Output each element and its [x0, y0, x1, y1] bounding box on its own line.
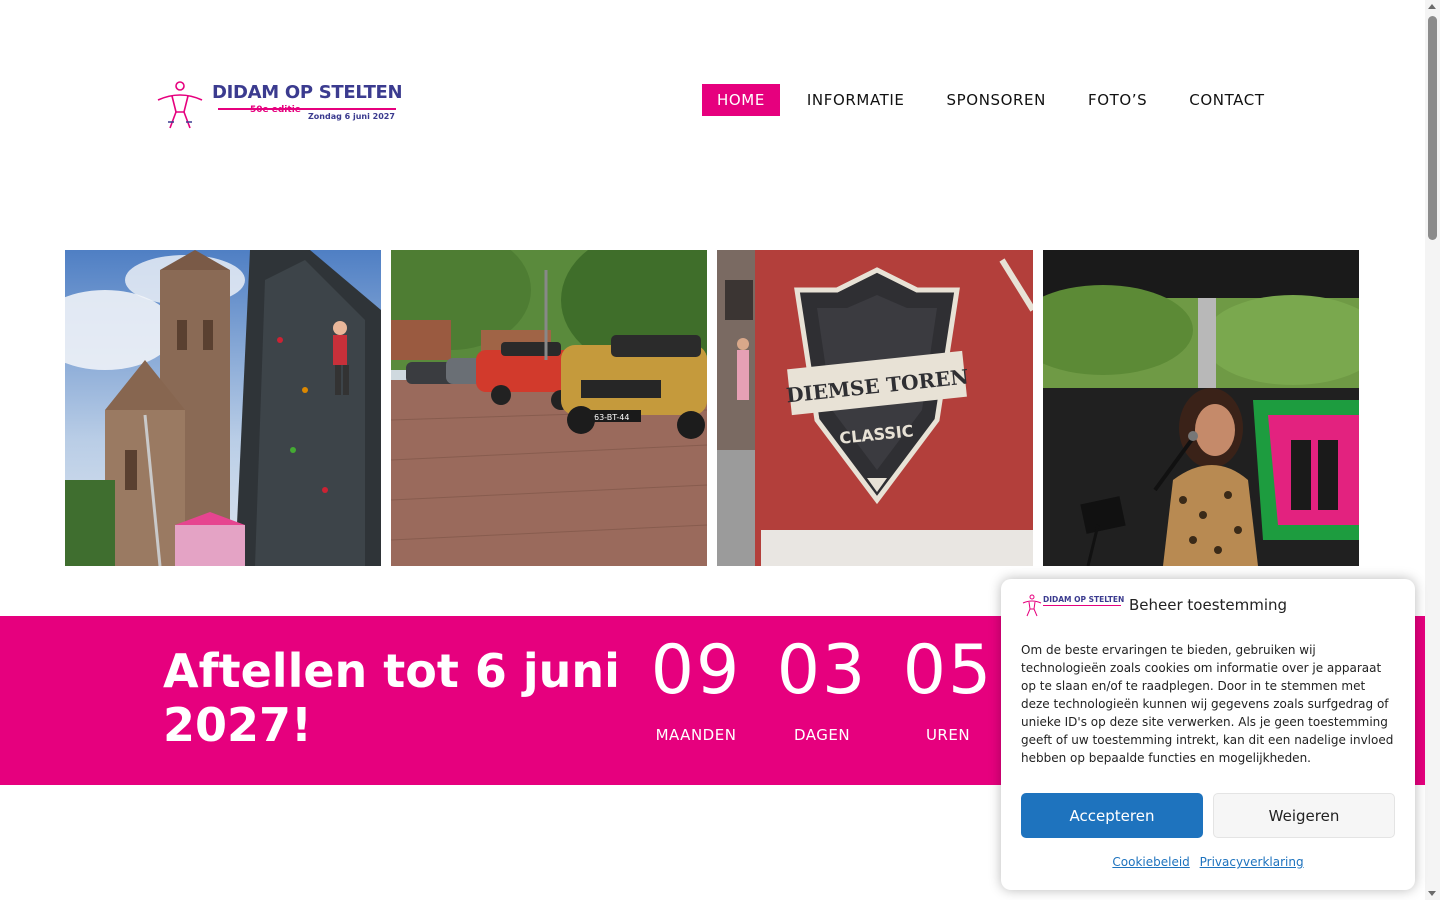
deny-cookies-button[interactable]: Weigeren: [1213, 793, 1395, 838]
countdown-title: Aftellen tot 6 juni 2027!: [163, 644, 620, 752]
nav-item-informatie[interactable]: INFORMATIE: [792, 84, 920, 116]
scroll-up-arrow-icon[interactable]: [1428, 4, 1436, 9]
nav-item-fotos[interactable]: FOTO’S: [1073, 84, 1162, 116]
nav-item-contact[interactable]: CONTACT: [1174, 84, 1279, 116]
diemse-toren-banner-photo[interactable]: DIEMSE TOREN CLASSIC: [717, 250, 1033, 566]
logo-title: DIDAM OP STELTEN: [212, 82, 403, 103]
cookie-title: Beheer toestemming: [1129, 596, 1288, 614]
page-scrollbar[interactable]: [1425, 0, 1440, 900]
scroll-down-arrow-icon[interactable]: [1428, 891, 1436, 896]
nav-item-home[interactable]: HOME: [702, 84, 780, 116]
main-nav: HOME INFORMATIE SPONSOREN FOTO’S CONTACT: [702, 84, 1292, 116]
countdown-hours: 05 UREN: [893, 631, 1003, 745]
cookie-header: DIDAM OP STELTEN Beheer toestemming: [1021, 593, 1287, 617]
cookie-policy-link[interactable]: Cookiebeleid: [1112, 855, 1189, 869]
stilt-walker-icon: [1022, 594, 1042, 617]
logo-underline: [218, 108, 396, 110]
logo-edition: 50e editie: [250, 105, 301, 115]
logo-date: Zondag 6 juni 2027: [308, 112, 395, 121]
climbing-wall-church-photo[interactable]: [65, 250, 381, 566]
countdown-days: 03 DAGEN: [767, 631, 877, 745]
cookie-consent-dialog: DIDAM OP STELTEN Beheer toestemming Om d…: [1001, 579, 1415, 890]
cookie-links: Cookiebeleid Privacyverklaring: [1001, 855, 1415, 869]
privacy-statement-link[interactable]: Privacyverklaring: [1200, 855, 1304, 869]
scrollbar-thumb[interactable]: [1428, 16, 1437, 240]
cookie-logo-underline: [1043, 605, 1121, 606]
countdown-months-value: 09: [650, 631, 742, 710]
countdown-hours-value: 05: [902, 631, 994, 710]
countdown-months-label: MAANDEN: [655, 726, 737, 744]
countdown-days-label: DAGEN: [793, 726, 851, 744]
car-plate-text: 63-BT-44: [594, 413, 630, 422]
photo-gallery: 63-BT-44 DIEMSE TOREN CLASSIC: [65, 250, 1359, 566]
accept-cookies-button[interactable]: Accepteren: [1021, 793, 1203, 838]
stilt-walker-icon: [157, 81, 203, 129]
classic-cars-photo[interactable]: 63-BT-44: [391, 250, 707, 566]
cookie-logo-text: DIDAM OP STELTEN: [1043, 595, 1125, 604]
countdown-hours-label: UREN: [925, 726, 971, 744]
countdown-days-value: 03: [776, 631, 868, 710]
nav-item-sponsoren[interactable]: SPONSOREN: [932, 84, 1061, 116]
site-logo[interactable]: DIDAM OP STELTEN 50e editie Zondag 6 jun…: [154, 78, 403, 130]
cookie-description: Om de beste ervaringen te bieden, gebrui…: [1021, 643, 1394, 765]
countdown-months: 09 MAANDEN: [641, 631, 751, 745]
cookie-logo: DIDAM OP STELTEN: [1021, 593, 1125, 617]
singer-on-stage-photo[interactable]: [1043, 250, 1359, 566]
